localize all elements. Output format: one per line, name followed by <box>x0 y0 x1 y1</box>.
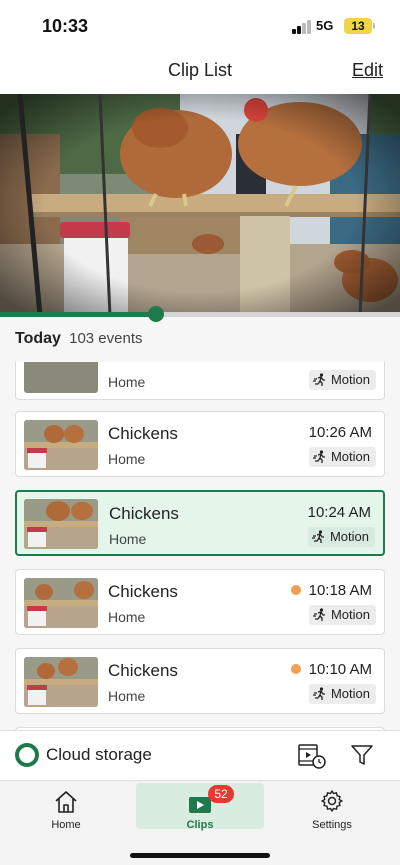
edit-button[interactable]: Edit <box>352 60 383 81</box>
home-indicator <box>130 853 270 858</box>
running-person-icon <box>312 608 325 621</box>
clip-camera: Home <box>109 531 147 547</box>
clip-thumbnail <box>24 578 98 628</box>
event-count: 103 events <box>69 330 143 347</box>
motion-badge: Motion <box>308 447 376 467</box>
clip-title: Chickens <box>108 661 178 680</box>
progress-fill <box>0 312 156 317</box>
motion-badge: Motion <box>308 370 376 390</box>
clip-card-selected[interactable]: Chickens Home 10:24 AM Motion <box>15 490 385 556</box>
list-header: Today 103 events <box>15 330 143 348</box>
tab-home[interactable]: Home <box>2 783 130 831</box>
motion-badge: Motion <box>308 605 376 625</box>
playback-progress[interactable] <box>0 306 400 322</box>
motion-label: Motion <box>330 449 370 464</box>
scrubber-handle[interactable] <box>148 306 164 322</box>
motion-badge: Motion <box>308 684 376 704</box>
clip-thumbnail <box>24 499 98 549</box>
clip-thumbnail <box>24 362 98 393</box>
motion-badge: Motion <box>307 527 375 547</box>
alert-dot <box>291 664 301 674</box>
motion-label: Motion <box>329 529 369 544</box>
clip-card[interactable]: Chickens Home 10:18 AM Motion <box>15 569 385 635</box>
tab-home-label: Home <box>51 819 81 831</box>
clip-thumbnail <box>24 657 98 707</box>
motion-label: Motion <box>330 686 370 701</box>
tab-bar: Home 52 Clips Settings <box>0 780 400 865</box>
tab-clips[interactable]: 52 Clips <box>136 783 264 831</box>
clip-time: 10:26 AM <box>308 424 372 441</box>
page-title: Clip List <box>167 60 233 80</box>
running-person-icon <box>311 530 324 543</box>
cloud-storage-label[interactable]: Cloud storage <box>46 745 152 765</box>
signal-icon <box>292 20 314 34</box>
clip-title: Chickens <box>109 504 179 523</box>
clip-card[interactable]: Home Motion <box>15 362 385 400</box>
clip-card[interactable]: Chickens Home 10:10 AM Motion <box>15 648 385 714</box>
video-player[interactable] <box>0 94 400 316</box>
running-person-icon <box>312 373 325 386</box>
status-bar: 10:33 5G 13 <box>0 0 400 52</box>
network-label: 5G <box>316 18 334 33</box>
status-time: 10:33 <box>42 16 89 36</box>
clip-camera: Home <box>108 688 146 704</box>
clip-card[interactable]: Chickens Home 10:26 AM Motion <box>15 411 385 477</box>
day-label: Today <box>15 330 61 347</box>
battery-icon: 13 <box>344 18 372 34</box>
cloud-storage-ring-icon[interactable] <box>15 743 39 767</box>
filter-icon[interactable] <box>350 743 374 767</box>
clip-camera: Home <box>108 451 146 467</box>
storage-bar: Cloud storage <box>0 730 400 780</box>
house-icon <box>55 791 77 813</box>
clip-time: 10:18 AM <box>308 582 372 599</box>
clip-time: 10:24 AM <box>307 504 371 521</box>
battery-tip <box>373 23 375 29</box>
tab-clips-label: Clips <box>186 819 214 831</box>
clip-camera: Home <box>108 609 146 625</box>
clip-camera: Home <box>108 374 146 390</box>
nav-bar: Clip List Edit <box>0 52 400 94</box>
tab-settings[interactable]: Settings <box>268 783 396 831</box>
camera-frame-image <box>0 94 400 316</box>
clip-timeline-icon[interactable] <box>298 743 326 769</box>
clip-list-screen: 10:33 5G 13 Clip List Edit Today 103 eve… <box>0 0 400 865</box>
clip-title: Chickens <box>108 582 178 601</box>
motion-label: Motion <box>330 372 370 387</box>
running-person-icon <box>312 687 325 700</box>
clips-count-badge: 52 <box>208 785 234 803</box>
clip-list[interactable]: Home Motion Chickens Home 10:26 AM Motio… <box>0 362 400 732</box>
clip-thumbnail <box>24 420 98 470</box>
tab-settings-label: Settings <box>312 819 352 831</box>
alert-dot <box>291 585 301 595</box>
gear-icon <box>321 790 343 812</box>
clip-time: 10:10 AM <box>308 661 372 678</box>
clip-title: Chickens <box>108 424 178 443</box>
motion-label: Motion <box>330 607 370 622</box>
running-person-icon <box>312 450 325 463</box>
